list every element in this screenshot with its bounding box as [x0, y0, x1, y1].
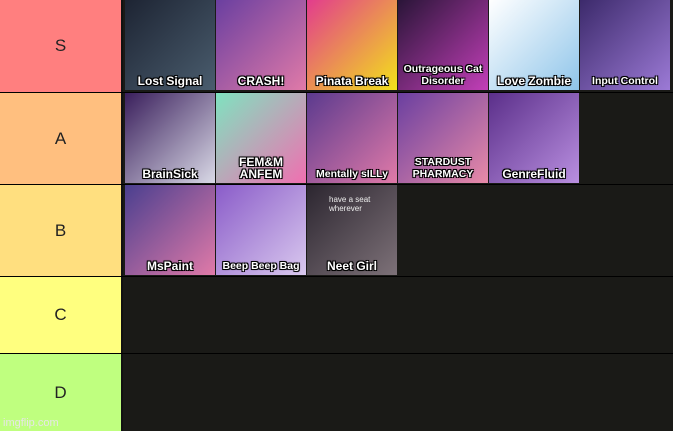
item-title: Neet Girl — [326, 259, 377, 273]
item-title: CRASH! — [237, 74, 285, 88]
item-title: Input Control — [592, 75, 658, 87]
tier-item-beep-beep-bag[interactable]: Beep Beep Bag — [216, 185, 306, 275]
item-title: BrainSick — [142, 167, 198, 181]
tier-item-outrageous-cat-disorder[interactable]: Outrageous Cat Disorder — [398, 0, 488, 90]
item-title: FEM&M ANFEM — [239, 155, 283, 181]
item-title: GenreFluid — [502, 167, 566, 181]
tier-items-a[interactable]: BrainSick FEM&M ANFEM Mentally sILLy STARDU… — [123, 93, 673, 184]
tier-row-b: B MsPaint Beep Beep Bag have a seat wherev… — [0, 185, 673, 276]
tier-item-crash[interactable]: CRASH! — [216, 0, 306, 90]
tier-label-a: A — [0, 93, 123, 184]
tier-item-genrefluid[interactable]: GenreFluid — [489, 93, 579, 183]
item-title: Love Zombie — [496, 74, 571, 88]
tier-item-input-control[interactable]: Input Control — [580, 0, 670, 90]
tier-row-c: C — [0, 277, 673, 353]
tier-item-stardust-pharmacy[interactable]: STARDUST PHARMACY — [398, 93, 488, 183]
item-title: Pinata Break — [315, 74, 389, 88]
tier-row-a: A BrainSick FEM&M ANFEM Mentally sILLy STAR… — [0, 93, 673, 184]
tier-item-neet-girl[interactable]: have a seat wherever Neet Girl — [307, 185, 397, 275]
tier-label-c: C — [0, 277, 123, 353]
tier-item-lost-signal[interactable]: Lost Signal — [125, 0, 215, 90]
imgflip-watermark: imgflip.com — [3, 417, 59, 429]
tier-row-s: S Lost Signal CRASH! Pinata Break Outrageou… — [0, 0, 673, 92]
tier-label-s: S — [0, 0, 123, 92]
item-title: Outrageous Cat Disorder — [403, 63, 483, 87]
tier-items-d[interactable] — [123, 354, 673, 431]
tier-label-b: B — [0, 185, 123, 276]
tier-item-pinata-break[interactable]: Pinata Break — [307, 0, 397, 90]
tier-items-s[interactable]: Lost Signal CRASH! Pinata Break Outrageous … — [123, 0, 673, 92]
tier-item-mspaint[interactable]: MsPaint — [125, 185, 215, 275]
tier-items-b[interactable]: MsPaint Beep Beep Bag have a seat wherever… — [123, 185, 673, 276]
tier-item-mentally-silly[interactable]: Mentally sILLy — [307, 93, 397, 183]
tier-row-d: D — [0, 354, 673, 431]
tier-item-love-zombie[interactable]: Love Zombie — [489, 0, 579, 90]
tier-item-brainsick[interactable]: BrainSick — [125, 93, 215, 183]
item-title: Mentally sILLy — [316, 168, 388, 180]
art-overlay-text: have a seat wherever — [329, 195, 371, 213]
tier-items-c[interactable] — [123, 277, 673, 353]
item-title: STARDUST PHARMACY — [412, 156, 474, 180]
tier-item-fem-m-anfem[interactable]: FEM&M ANFEM — [216, 93, 306, 183]
item-title: Beep Beep Bag — [222, 260, 300, 272]
item-title: MsPaint — [146, 259, 193, 273]
tier-list: S Lost Signal CRASH! Pinata Break Outrageou… — [0, 0, 673, 431]
item-title: Lost Signal — [137, 74, 203, 88]
